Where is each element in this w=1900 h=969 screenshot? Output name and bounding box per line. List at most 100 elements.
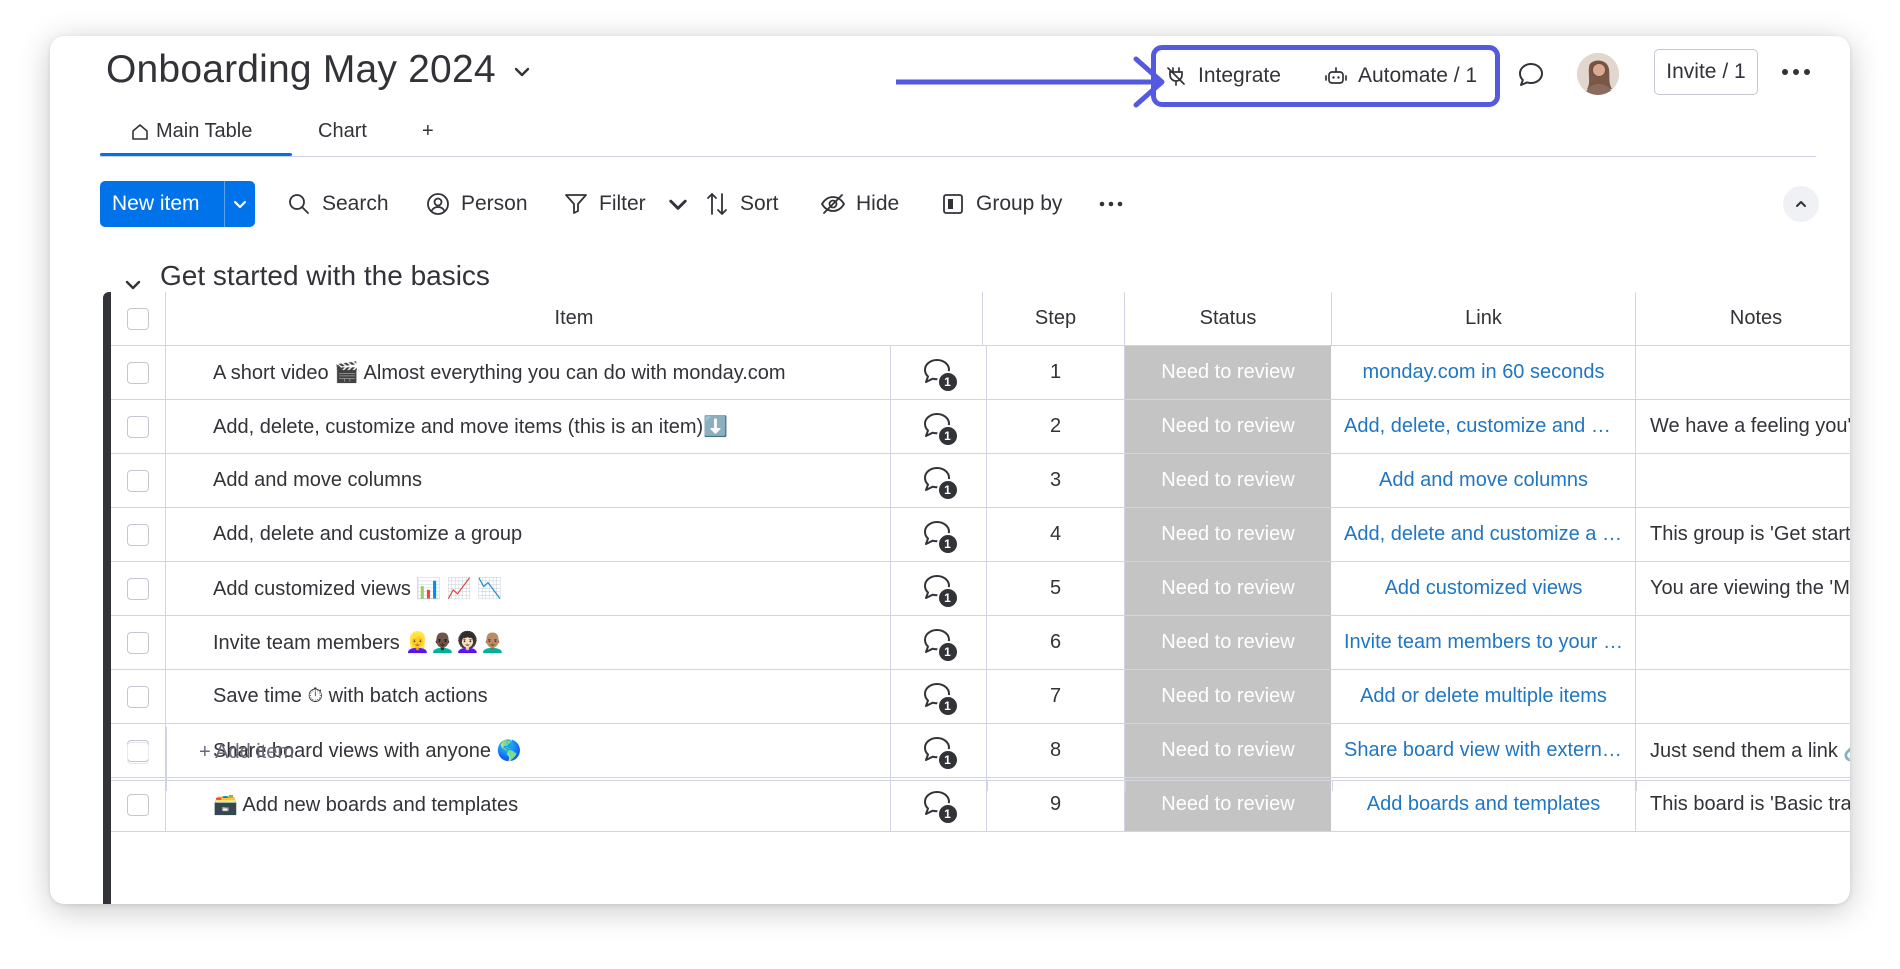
- more-actions-button[interactable]: [1098, 187, 1124, 221]
- board-title[interactable]: Onboarding May 2024: [106, 48, 496, 92]
- step-cell[interactable]: 3: [987, 454, 1125, 507]
- tab-main-table[interactable]: Main Table: [130, 120, 252, 143]
- item-cell[interactable]: Add, delete, customize and move items (t…: [166, 400, 891, 453]
- step-cell[interactable]: 1: [987, 346, 1125, 399]
- link-text[interactable]: Add and move columns: [1379, 469, 1588, 492]
- row-checkbox[interactable]: [127, 415, 149, 438]
- tab-chart[interactable]: Chart: [318, 120, 367, 143]
- conversation-icon[interactable]: 1: [921, 787, 959, 825]
- conversation-icon[interactable]: 1: [921, 679, 959, 717]
- row-checkbox[interactable]: [127, 469, 149, 492]
- link-cell[interactable]: Invite team members to your ac...: [1332, 616, 1636, 669]
- table-row[interactable]: Save time ⏱ with batch actions 1 7 Need to …: [111, 670, 1850, 724]
- step-cell[interactable]: 6: [987, 616, 1125, 669]
- status-cell[interactable]: Need to review: [1125, 508, 1332, 561]
- more-dots-icon[interactable]: [1780, 62, 1812, 82]
- link-cell[interactable]: Add customized views: [1332, 562, 1636, 615]
- link-text[interactable]: Add, delete, customize and mo...: [1344, 415, 1623, 438]
- group-title[interactable]: Get started with the basics: [160, 260, 490, 292]
- link-cell[interactable]: Add, delete and customize a gr...: [1332, 508, 1636, 561]
- table-row[interactable]: Add, delete, customize and move items (t…: [111, 400, 1850, 454]
- sort-button[interactable]: Sort: [704, 187, 779, 221]
- updates-cell[interactable]: 1: [891, 346, 987, 399]
- updates-cell[interactable]: 1: [891, 454, 987, 507]
- conversation-icon[interactable]: 1: [921, 517, 959, 555]
- column-header-item[interactable]: Item: [166, 292, 983, 345]
- chevron-down-icon[interactable]: [510, 60, 534, 84]
- row-checkbox[interactable]: [127, 523, 149, 546]
- step-cell[interactable]: 7: [987, 670, 1125, 723]
- automate-button[interactable]: Automate / 1: [1324, 58, 1477, 94]
- link-cell[interactable]: Add, delete, customize and mo...: [1332, 400, 1636, 453]
- link-text[interactable]: Add, delete and customize a gr...: [1344, 523, 1623, 546]
- table-row[interactable]: Add customized views 📊 📈 📉 1 5 Need to revi…: [111, 562, 1850, 616]
- new-item-button[interactable]: New item: [100, 181, 255, 227]
- conversation-icon[interactable]: 1: [921, 409, 959, 447]
- table-row[interactable]: Add, delete and customize a group 1 4 Need …: [111, 508, 1850, 562]
- notes-cell[interactable]: We have a feeling you'll u: [1636, 400, 1850, 453]
- select-all-checkbox[interactable]: [127, 307, 149, 330]
- updates-cell[interactable]: 1: [891, 616, 987, 669]
- status-cell[interactable]: Need to review: [1125, 562, 1332, 615]
- item-cell[interactable]: A short video 🎬 Almost everything you ca…: [166, 346, 891, 399]
- item-cell[interactable]: Invite team members 👱‍♀️👨🏿‍🦲👩🏻‍🦱👨🏽‍🦲: [166, 616, 891, 669]
- link-text[interactable]: Add customized views: [1385, 577, 1583, 600]
- conversation-icon[interactable]: 1: [921, 571, 959, 609]
- updates-cell[interactable]: 1: [891, 400, 987, 453]
- column-header-status[interactable]: Status: [1125, 292, 1332, 345]
- column-header-notes[interactable]: Notes: [1636, 292, 1850, 345]
- link-cell[interactable]: Add and move columns: [1332, 454, 1636, 507]
- column-header-link[interactable]: Link: [1332, 292, 1636, 345]
- row-checkbox[interactable]: [127, 631, 149, 654]
- step-cell[interactable]: 5: [987, 562, 1125, 615]
- invite-button[interactable]: Invite / 1: [1654, 49, 1758, 95]
- new-item-dropdown[interactable]: [225, 195, 255, 213]
- notes-cell[interactable]: [1636, 616, 1850, 669]
- row-checkbox[interactable]: [127, 793, 149, 816]
- filter-dropdown[interactable]: [665, 187, 691, 221]
- row-checkbox[interactable]: [127, 361, 149, 384]
- link-text[interactable]: Add or delete multiple items: [1360, 685, 1607, 708]
- add-item-label[interactable]: + Add item: [199, 741, 294, 764]
- notes-cell[interactable]: [1636, 670, 1850, 723]
- add-view-button[interactable]: +: [422, 120, 434, 143]
- updates-cell[interactable]: 1: [891, 670, 987, 723]
- conversation-icon[interactable]: 1: [921, 355, 959, 393]
- notes-cell[interactable]: This group is 'Get started: [1636, 508, 1850, 561]
- status-cell[interactable]: Need to review: [1125, 346, 1332, 399]
- notes-cell[interactable]: [1636, 454, 1850, 507]
- link-cell[interactable]: monday.com in 60 seconds: [1332, 346, 1636, 399]
- link-text[interactable]: Add boards and templates: [1367, 793, 1601, 816]
- integrate-button[interactable]: Integrate: [1164, 58, 1281, 94]
- table-row[interactable]: Invite team members 👱‍♀️👨🏿‍🦲👩🏻‍🦱👨🏽‍🦲 1 6 Ne…: [111, 616, 1850, 670]
- status-cell[interactable]: Need to review: [1125, 616, 1332, 669]
- link-cell[interactable]: Add or delete multiple items: [1332, 670, 1636, 723]
- updates-cell[interactable]: 1: [891, 508, 987, 561]
- item-cell[interactable]: Add and move columns: [166, 454, 891, 507]
- updates-cell[interactable]: 1: [891, 562, 987, 615]
- notes-cell[interactable]: You are viewing the 'Main: [1636, 562, 1850, 615]
- item-cell[interactable]: Add customized views 📊 📈 📉: [166, 562, 891, 615]
- table-row[interactable]: Add and move columns 1 3 Need to review Add …: [111, 454, 1850, 508]
- status-cell[interactable]: Need to review: [1125, 670, 1332, 723]
- row-checkbox[interactable]: [127, 685, 149, 708]
- add-item-row[interactable]: + Add item: [111, 727, 1850, 781]
- notes-cell[interactable]: [1636, 346, 1850, 399]
- hide-button[interactable]: Hide: [820, 187, 899, 221]
- conversation-icon[interactable]: 1: [921, 625, 959, 663]
- filter-button[interactable]: Filter: [563, 187, 646, 221]
- conversation-icon[interactable]: 1: [921, 463, 959, 501]
- group-by-button[interactable]: Group by: [940, 187, 1062, 221]
- collapse-header-button[interactable]: [1783, 186, 1819, 222]
- status-cell[interactable]: Need to review: [1125, 454, 1332, 507]
- link-text[interactable]: monday.com in 60 seconds: [1363, 361, 1605, 384]
- step-cell[interactable]: 4: [987, 508, 1125, 561]
- step-cell[interactable]: 2: [987, 400, 1125, 453]
- column-header-step[interactable]: Step: [987, 292, 1125, 345]
- item-cell[interactable]: Save time ⏱ with batch actions: [166, 670, 891, 723]
- status-cell[interactable]: Need to review: [1125, 400, 1332, 453]
- row-checkbox[interactable]: [127, 577, 149, 600]
- table-row[interactable]: A short video 🎬 Almost everything you ca…: [111, 346, 1850, 400]
- item-cell[interactable]: Add, delete and customize a group: [166, 508, 891, 561]
- search-button[interactable]: Search: [286, 187, 389, 221]
